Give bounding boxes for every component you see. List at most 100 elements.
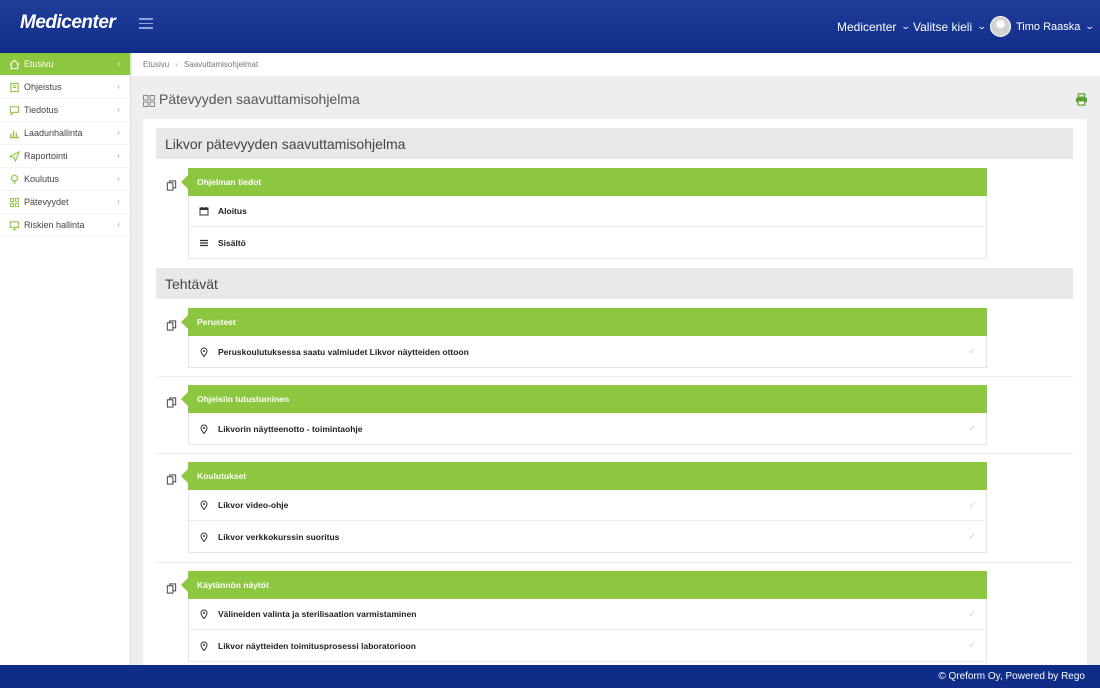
list-item-label: Sisältö [218, 237, 246, 248]
sidebar-item-label: Koulutus [24, 174, 60, 184]
task-item[interactable]: Likvor video-ohje ✓ [189, 490, 986, 521]
org-menu[interactable]: Medicenter ⌄ [837, 0, 912, 53]
sidebar-item-label: Riskien hallinta [24, 220, 85, 230]
grid-icon [9, 197, 20, 208]
sidebar-item-koulutus[interactable]: Koulutus ‹ [0, 168, 130, 191]
check-icon: ✓ [968, 423, 976, 433]
sidebar-item-ohjeistus[interactable]: Ohjeistus ‹ [0, 76, 130, 99]
divider [156, 376, 1073, 377]
bar-chart-icon [9, 128, 20, 139]
document-icon [166, 472, 177, 490]
chevron-left-icon: ‹ [117, 82, 120, 91]
sidebar-item-label: Laadunhallinta [24, 128, 83, 138]
map-pin-icon [198, 500, 209, 511]
app-logo[interactable]: Medicenter [20, 12, 116, 34]
language-menu[interactable]: Valitse kieli ⌄ [913, 0, 988, 53]
chevron-left-icon: ‹ [117, 197, 120, 206]
breadcrumb-current[interactable]: Saavuttamisohjelmat [184, 60, 258, 69]
sidebar-item-patevyydet[interactable]: Pätevyydet ‹ [0, 191, 130, 214]
group-rows: Välineiden valinta ja sterilisaation var… [188, 599, 987, 662]
chevron-down-icon: ⌄ [976, 21, 988, 31]
book-icon [9, 82, 20, 93]
monitor-icon [9, 220, 20, 231]
page-title: Pätevyyden saavuttamisohjelma [159, 91, 360, 107]
map-pin-icon [198, 609, 209, 620]
list-item[interactable]: Sisältö [189, 227, 986, 258]
sidebar-item-etusivu[interactable]: Etusivu ‹ [0, 53, 130, 76]
chevron-left-icon: ‹ [117, 105, 120, 114]
tasks-title: Tehtävät [156, 268, 1073, 299]
task-item-label: Likvor näytteiden toimitusprosessi labor… [218, 640, 416, 651]
list-item[interactable]: Aloitus [189, 196, 986, 227]
check-icon: ✓ [968, 346, 976, 356]
group-header[interactable]: Perusteet [181, 308, 987, 336]
task-item[interactable]: Välineiden valinta ja sterilisaation var… [189, 599, 986, 630]
sidebar-item-label: Pätevyydet [24, 197, 69, 207]
task-item[interactable]: Peruskoulutuksessa saatu valmiudet Likvo… [189, 336, 986, 367]
document-icon [166, 581, 177, 599]
list-item-label: Aloitus [218, 206, 247, 216]
user-menu[interactable]: Timo Raaska ⌄ [990, 0, 1096, 53]
group-header[interactable]: Ohjelman tiedot [181, 168, 987, 196]
map-pin-icon [198, 346, 209, 357]
paper-plane-icon [9, 150, 20, 162]
user-name: Timo Raaska [1016, 20, 1081, 33]
group-header[interactable]: Koulutukset [181, 462, 987, 490]
task-item-label: Likvor verkkokurssin suoritus [218, 531, 340, 542]
footer: © Qreform Oy, Powered by Rego [0, 665, 1100, 688]
check-icon: ✓ [968, 500, 976, 510]
task-item-label: Likvorin näytteenotto - toimintaohje [218, 423, 363, 434]
divider [156, 453, 1073, 454]
map-pin-icon [198, 423, 209, 434]
sidebar-item-label: Ohjeistus [24, 82, 62, 92]
divider [156, 562, 1073, 563]
map-pin-icon [198, 531, 209, 542]
group-header[interactable]: Käytännön näytöt [181, 571, 987, 599]
group-rows: Likvor video-ohje ✓ Likvor verkkokurssin… [188, 490, 987, 553]
chevron-down-icon: ⌄ [900, 21, 912, 31]
chevron-down-icon: ⌄ [1084, 21, 1096, 31]
grid-icon [143, 94, 155, 112]
group-rows: Likvorin näytteenotto - toimintaohje ✓ [188, 413, 987, 445]
avatar [990, 16, 1011, 37]
task-item[interactable]: Likvor verkkokurssin suoritus ✓ [189, 521, 986, 552]
program-title: Likvor pätevyyden saavuttamisohjelma [156, 128, 1073, 159]
language-menu-label: Valitse kieli [913, 19, 973, 34]
program-panel: Likvor pätevyyden saavuttamisohjelma Ohj… [143, 119, 1087, 665]
sidebar-item-raportointi[interactable]: Raportointi ‹ [0, 145, 130, 168]
footer-text: © Qreform Oy, Powered by Rego [938, 671, 1085, 682]
task-item-label: Välineiden valinta ja sterilisaation var… [218, 609, 417, 619]
sidebar-item-label: Etusivu [24, 59, 54, 69]
home-icon [9, 59, 20, 70]
chevron-left-icon: ‹ [117, 174, 120, 183]
document-icon [166, 178, 177, 196]
calendar-icon [198, 206, 209, 217]
sidebar-item-label: Raportointi [24, 151, 68, 161]
sidebar-item-laadunhallinta[interactable]: Laadunhallinta ‹ [0, 122, 130, 145]
breadcrumb-separator: › [175, 60, 178, 69]
list-icon [198, 237, 209, 248]
group-header[interactable]: Ohjeisiin tutustuminen [181, 385, 987, 413]
check-icon: ✓ [968, 640, 976, 650]
document-icon [166, 395, 177, 413]
chevron-left-icon: ‹ [117, 220, 120, 229]
sidebar-item-tiedotus[interactable]: Tiedotus ‹ [0, 99, 130, 122]
task-item[interactable]: Likvorin näytteenotto - toimintaohje ✓ [189, 413, 986, 444]
sidebar: Etusivu ‹ Ohjeistus ‹ Tiedotus ‹ Laadunh… [0, 53, 131, 665]
check-icon: ✓ [968, 609, 976, 619]
top-header: Medicenter Medicenter ⌄ Valitse kieli ⌄ … [0, 0, 1100, 53]
breadcrumb-home[interactable]: Etusivu [143, 60, 169, 69]
chevron-left-icon: ‹ [117, 151, 120, 160]
task-item[interactable]: Likvor näytteiden toimitusprosessi labor… [189, 630, 986, 661]
sidebar-item-riskien-hallinta[interactable]: Riskien hallinta ‹ [0, 214, 130, 237]
chevron-left-icon: ‹ [117, 128, 120, 137]
check-icon: ✓ [968, 531, 976, 541]
group-rows: Aloitus Sisältö [188, 196, 987, 259]
chevron-left-icon: ‹ [117, 59, 120, 68]
org-menu-label: Medicenter [837, 19, 897, 34]
map-pin-icon [198, 640, 209, 651]
task-item-label: Likvor video-ohje [218, 500, 289, 510]
sidebar-item-label: Tiedotus [24, 105, 59, 115]
print-icon[interactable] [1075, 93, 1088, 111]
menu-toggle-icon[interactable] [139, 18, 153, 30]
